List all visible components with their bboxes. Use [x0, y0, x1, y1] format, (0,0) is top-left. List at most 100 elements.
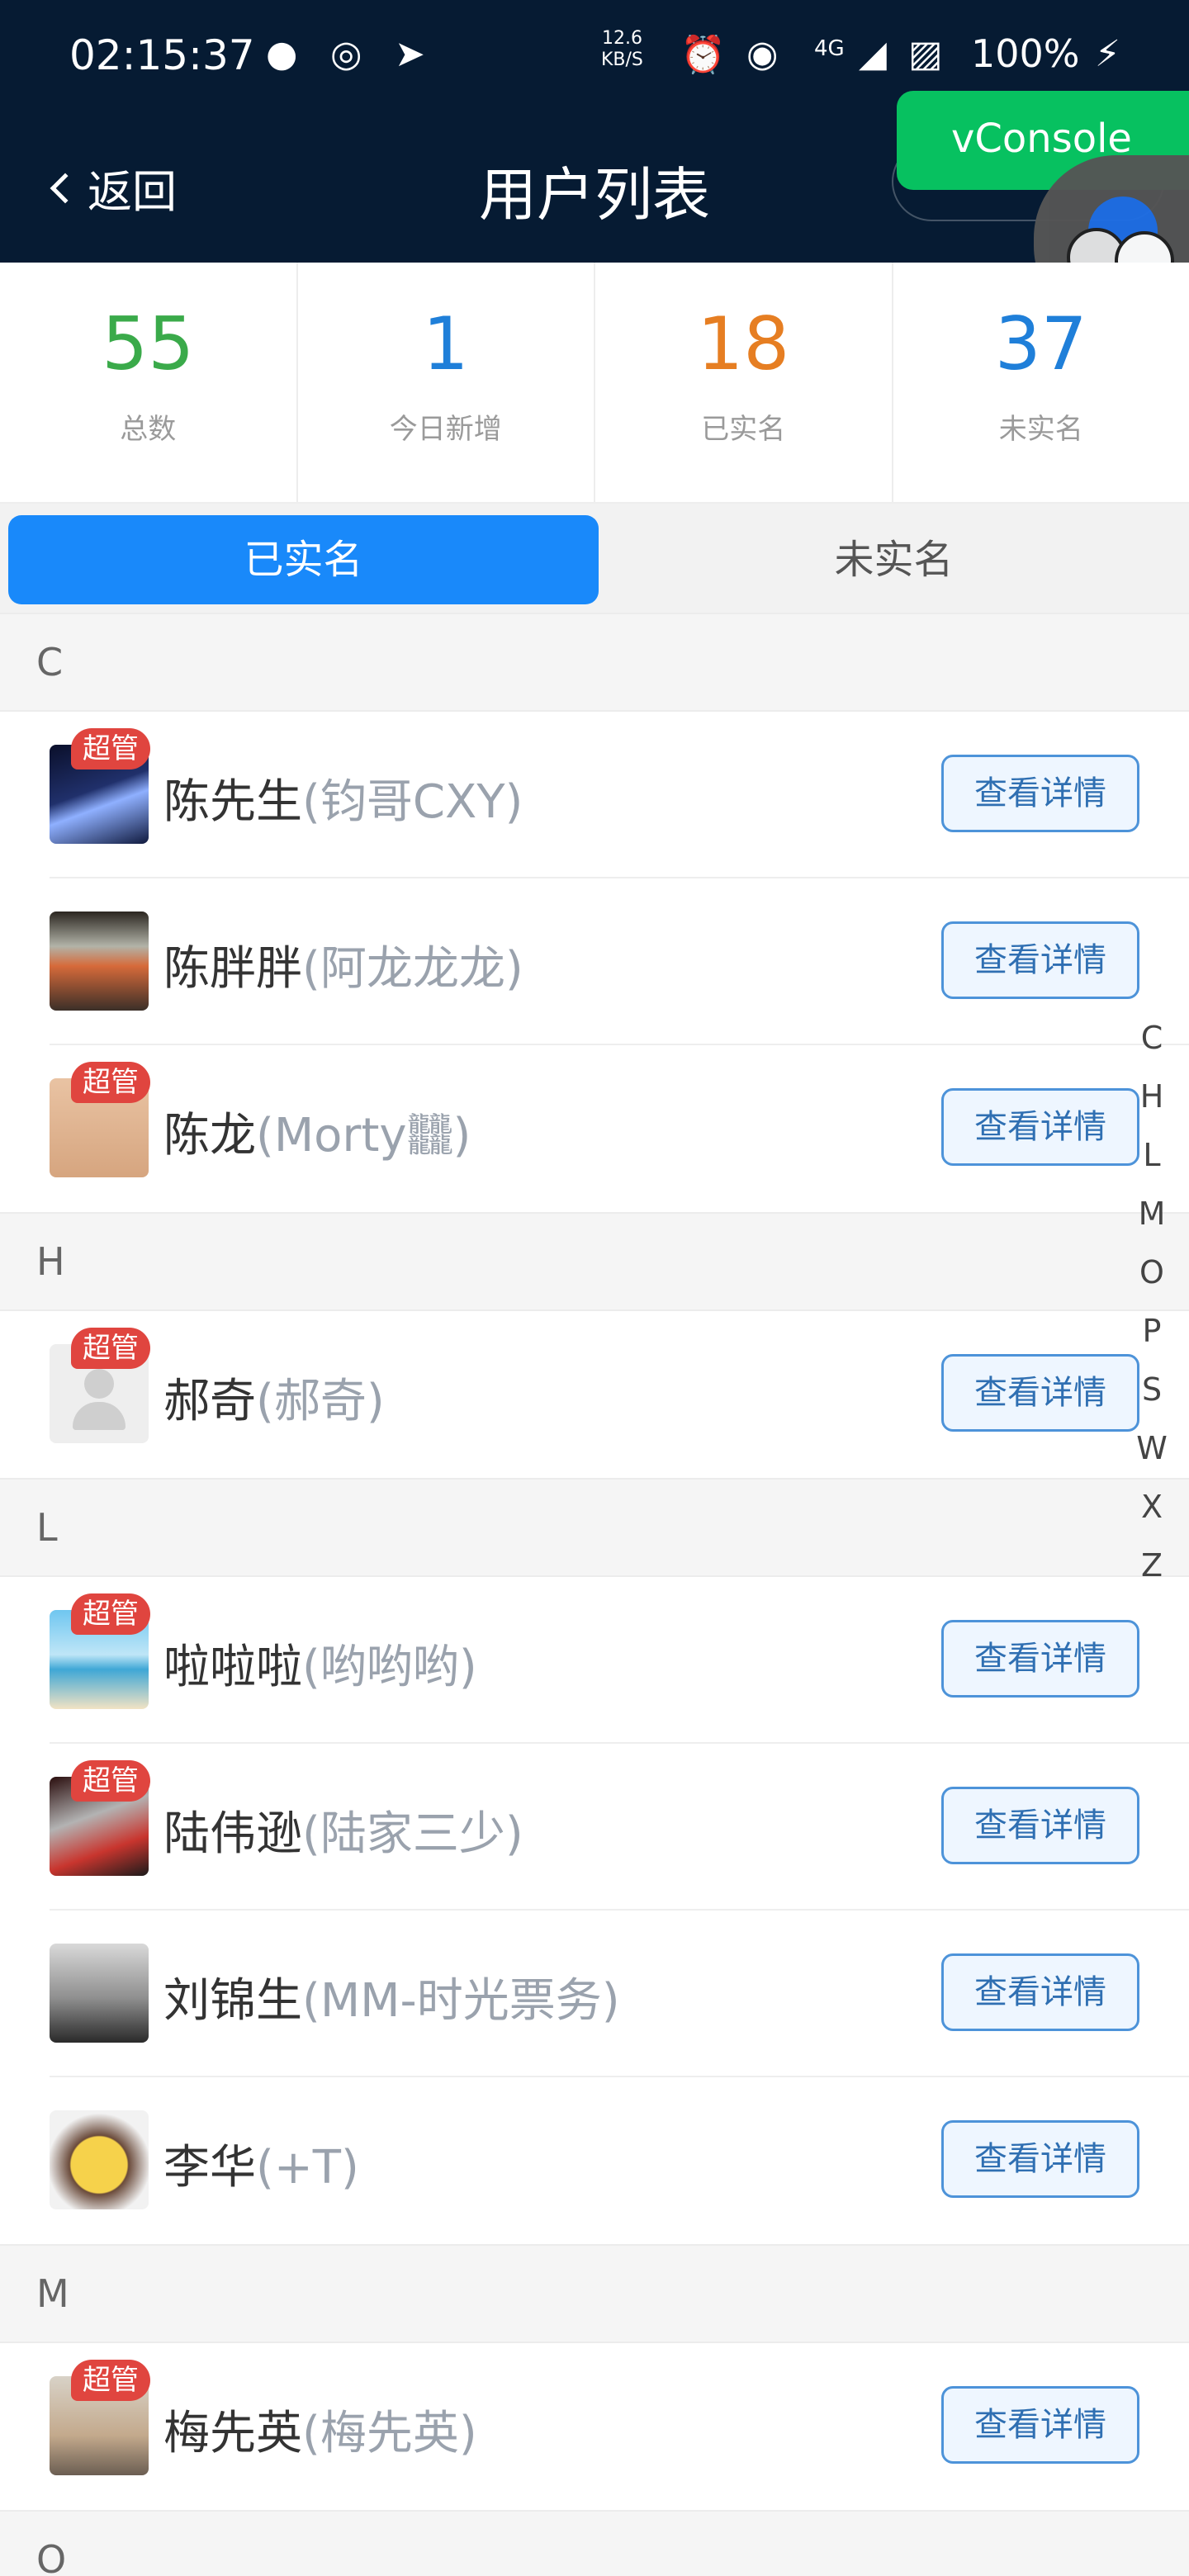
tab-unverified[interactable]: 未实名 — [599, 515, 1189, 604]
index-letter-h[interactable]: H — [1131, 1068, 1172, 1126]
admin-badge: 超管 — [71, 1062, 150, 1103]
view-detail-button[interactable]: 查看详情 — [941, 1354, 1139, 1432]
nickname: (Morty𪚥) — [256, 1109, 471, 1163]
signal-icon: ◢ — [859, 33, 887, 75]
admin-badge: 超管 — [71, 2360, 150, 2401]
section-header-l: L — [0, 1478, 1189, 1577]
section-header-c: C — [0, 613, 1189, 712]
index-letter-z[interactable]: Z — [1131, 1537, 1172, 1595]
view-detail-button[interactable]: 查看详情 — [941, 2120, 1139, 2198]
index-letter-l[interactable]: L — [1131, 1126, 1172, 1185]
user-name: 梅先英(梅先英) — [163, 2396, 477, 2463]
battery-level: 100% — [971, 31, 1080, 76]
stat-verified: 18 已实名 — [595, 263, 893, 502]
list-item: 超管 陈龙(Morty𪚥) 查看详情 — [0, 1045, 1189, 1212]
list-item: 超管 陆伟逊(陆家三少) 查看详情 — [0, 1744, 1189, 1911]
stat-new-today: 1 今日新增 — [298, 263, 595, 502]
real-name: 李华 — [163, 2141, 256, 2195]
real-name: 啦啦啦 — [163, 1641, 302, 1694]
admin-badge: 超管 — [71, 1328, 150, 1369]
wechat-ball-icon: ● — [266, 33, 298, 75]
admin-badge: 超管 — [71, 1593, 150, 1635]
list-item: 超管 陈先生(钧哥CXY) 查看详情 — [0, 712, 1189, 878]
verification-tabs: 已实名 未实名 — [0, 504, 1189, 613]
index-letter-x[interactable]: X — [1131, 1478, 1172, 1537]
user-list: C 超管 陈先生(钧哥CXY) 查看详情 陈胖胖(阿龙龙龙) 查看详情 超管 陈… — [0, 613, 1189, 2576]
avatar — [50, 912, 149, 1011]
real-name: 陆伟逊 — [163, 1807, 302, 1861]
user-name: 陆伟逊(陆家三少) — [163, 1797, 523, 1863]
user-name: 刘锦生(MM-时光票务) — [163, 1963, 620, 2030]
network-type: 4G — [814, 36, 845, 61]
index-letter-m[interactable]: M — [1131, 1185, 1172, 1243]
real-name: 陈龙 — [163, 1109, 256, 1163]
stat-label: 今日新增 — [389, 413, 502, 446]
status-time: 02:15:37 — [69, 31, 255, 79]
index-letter-o[interactable]: O — [1131, 1243, 1172, 1302]
stat-value: 55 — [102, 301, 195, 386]
user-name: 啦啦啦(哟哟哟) — [163, 1630, 477, 1697]
list-item: 超管 梅先英(梅先英) 查看详情 — [0, 2343, 1189, 2510]
stat-unverified: 37 未实名 — [893, 263, 1189, 502]
stat-value: 18 — [697, 301, 790, 386]
avatar — [50, 1944, 149, 2043]
alphabet-index-bar: C H L M O P S W X Z — [1131, 1009, 1172, 1595]
real-name: 刘锦生 — [163, 1974, 302, 2028]
section-header-o: O — [0, 2510, 1189, 2576]
no-sim-icon: ▨ — [908, 33, 943, 75]
list-item: 李华(+T) 查看详情 — [0, 2077, 1189, 2244]
view-detail-button[interactable]: 查看详情 — [941, 1088, 1139, 1166]
real-name: 梅先英 — [163, 2407, 302, 2460]
list-item: 超管 郝奇(郝奇) 查看详情 — [0, 1311, 1189, 1478]
index-letter-w[interactable]: W — [1131, 1419, 1172, 1478]
user-name: 李华(+T) — [163, 2130, 359, 2197]
stat-label: 已实名 — [701, 413, 786, 446]
section-header-m: M — [0, 2244, 1189, 2343]
avatar — [50, 2110, 149, 2209]
user-name: 陈胖胖(阿龙龙龙) — [163, 931, 523, 998]
alarm-icon: ⏰ — [680, 34, 726, 76]
real-name: 陈胖胖 — [163, 942, 302, 996]
view-detail-button[interactable]: 查看详情 — [941, 755, 1139, 832]
index-letter-p[interactable]: P — [1131, 1302, 1172, 1361]
nickname: (郝奇) — [256, 1375, 385, 1428]
stat-value: 37 — [994, 301, 1087, 386]
nickname: (哟哟哟) — [302, 1641, 477, 1694]
user-name: 陈先生(钧哥CXY) — [163, 765, 523, 831]
view-detail-button[interactable]: 查看详情 — [941, 1620, 1139, 1698]
speed-unit: KB/S — [601, 50, 643, 70]
stat-value: 1 — [422, 301, 469, 386]
user-name: 郝奇(郝奇) — [163, 1364, 385, 1431]
admin-badge: 超管 — [71, 728, 150, 769]
list-item: 超管 啦啦啦(哟哟哟) 查看详情 — [0, 1577, 1189, 1744]
user-name: 陈龙(Morty𪚥) — [163, 1098, 471, 1165]
nickname: (钧哥CXY) — [302, 775, 523, 829]
admin-badge: 超管 — [71, 1760, 150, 1802]
view-detail-button[interactable]: 查看详情 — [941, 1787, 1139, 1864]
view-detail-button[interactable]: 查看详情 — [941, 921, 1139, 999]
speed-value: 12.6 — [601, 28, 642, 49]
tab-verified[interactable]: 已实名 — [8, 515, 599, 604]
network-speed: 12.6 KB/S — [601, 28, 643, 71]
stat-label: 总数 — [120, 413, 177, 446]
view-detail-button[interactable]: 查看详情 — [941, 1953, 1139, 2031]
nickname: (MM-时光票务) — [302, 1974, 620, 2028]
stat-label: 未实名 — [998, 413, 1083, 446]
charging-icon: ⚡ — [1095, 33, 1120, 75]
list-item: 陈胖胖(阿龙龙龙) 查看详情 — [0, 878, 1189, 1045]
view-detail-button[interactable]: 查看详情 — [941, 2386, 1139, 2464]
hotspot-icon: ◉ — [746, 33, 779, 75]
instagram-icon: ◎ — [330, 33, 362, 75]
real-name: 陈先生 — [163, 775, 302, 829]
nickname: (+T) — [256, 2141, 359, 2195]
nickname: (阿龙龙龙) — [302, 942, 523, 996]
stats-panel: 55 总数 1 今日新增 18 已实名 37 未实名 — [0, 263, 1189, 504]
section-header-h: H — [0, 1212, 1189, 1311]
real-name: 郝奇 — [163, 1375, 256, 1428]
list-item: 刘锦生(MM-时光票务) 查看详情 — [0, 1911, 1189, 2077]
telegram-icon: ➤ — [395, 33, 425, 75]
nickname: (陆家三少) — [302, 1807, 523, 1861]
index-letter-s[interactable]: S — [1131, 1361, 1172, 1419]
stat-total: 55 总数 — [0, 263, 298, 502]
index-letter-c[interactable]: C — [1131, 1009, 1172, 1068]
